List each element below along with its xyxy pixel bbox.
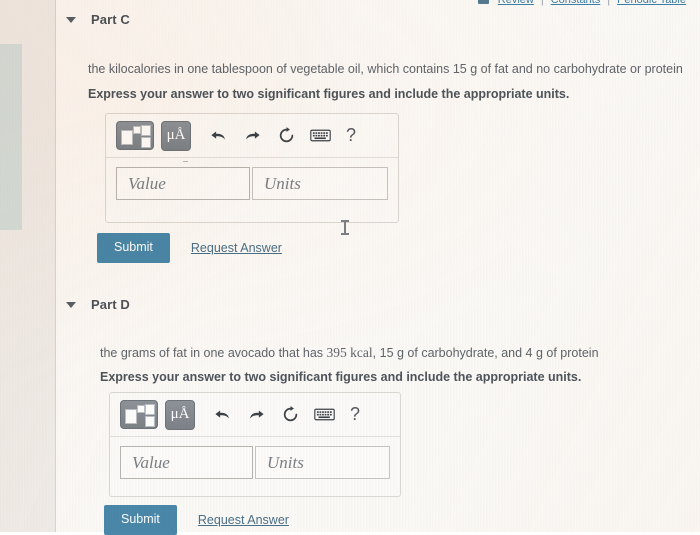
chevron-down-icon[interactable] xyxy=(66,16,76,23)
math-template-palette-icon[interactable] xyxy=(120,400,158,429)
palette-block xyxy=(125,409,137,424)
units-input-d[interactable]: Units xyxy=(255,446,390,479)
palette-block xyxy=(145,416,155,427)
palette-block xyxy=(133,126,141,134)
answer-input-row-c: Value Units xyxy=(106,158,398,211)
nav-link-constants[interactable]: Constants xyxy=(551,0,601,6)
help-icon[interactable]: ? xyxy=(345,402,365,428)
nav-link-review[interactable]: Review xyxy=(498,0,534,6)
math-template-palette-icon[interactable] xyxy=(116,121,154,150)
text-cursor xyxy=(341,220,349,235)
palette-block xyxy=(137,405,145,413)
question-prompt-d: the grams of fat in one avocado that has… xyxy=(100,344,599,362)
part-header-d[interactable]: Part D xyxy=(66,297,130,312)
units-icon[interactable]: μÅ xyxy=(165,399,195,430)
answer-box-c: μÅ ? Value Units xyxy=(105,113,399,223)
keyboard-icon[interactable] xyxy=(307,123,333,149)
prompt-text-c: the kilocalories in one tablespoon of ve… xyxy=(88,62,683,76)
part-title-c: Part C xyxy=(91,12,130,27)
answer-toolbar-c: μÅ ? xyxy=(106,114,398,158)
undo-icon[interactable] xyxy=(205,123,231,149)
palette-block xyxy=(145,404,155,415)
value-input-d[interactable]: Value xyxy=(120,446,254,479)
keyboard-icon[interactable] xyxy=(311,402,337,428)
palette-block xyxy=(141,125,151,136)
caret-artifact xyxy=(183,161,188,162)
question-instruction-c: Express your answer to two significant f… xyxy=(88,87,570,101)
prompt-text-d-before: the grams of fat in one avocado that has xyxy=(100,346,327,360)
review-icon xyxy=(477,0,489,4)
answer-box-d: μÅ ? Value Units xyxy=(109,392,401,497)
units-icon[interactable]: μÅ xyxy=(161,120,191,151)
nav-separator: | xyxy=(540,0,544,6)
reset-icon[interactable] xyxy=(273,123,299,149)
nav-separator: | xyxy=(607,0,611,6)
request-answer-link-c[interactable]: Request Answer xyxy=(191,241,282,255)
prompt-math-d: 395 kcal xyxy=(326,345,373,360)
answer-input-row-d: Value Units xyxy=(110,437,400,490)
value-input-c[interactable]: Value xyxy=(116,167,251,200)
question-instruction-d: Express your answer to two significant f… xyxy=(100,370,582,384)
answer-toolbar-d: μÅ ? xyxy=(110,393,400,437)
submit-button-d[interactable]: Submit xyxy=(104,505,177,535)
chevron-down-icon[interactable] xyxy=(66,301,76,308)
answer-actions-d: Submit Request Answer xyxy=(104,505,289,535)
content-column: Review | Constants | Periodic Table Part… xyxy=(56,0,700,535)
submit-button-c[interactable]: Submit xyxy=(97,233,170,263)
redo-icon[interactable] xyxy=(243,402,269,428)
question-prompt-c: the kilocalories in one tablespoon of ve… xyxy=(88,61,683,77)
nav-link-periodic-table[interactable]: Periodic Table xyxy=(617,0,686,6)
request-answer-link-d[interactable]: Request Answer xyxy=(198,513,289,527)
part-header-c[interactable]: Part C xyxy=(66,12,130,27)
redo-icon[interactable] xyxy=(239,123,265,149)
prompt-text-d-after: , 15 g of carbohydrate, and 4 g of prote… xyxy=(372,346,599,360)
undo-icon[interactable] xyxy=(209,402,235,428)
answer-actions-c: Submit Request Answer xyxy=(97,233,282,263)
page-root: Review | Constants | Periodic Table Part… xyxy=(0,0,700,535)
top-navigation: Review | Constants | Periodic Table xyxy=(477,0,686,6)
palette-block xyxy=(141,137,151,148)
gutter-highlight-block xyxy=(0,44,22,230)
help-icon[interactable]: ? xyxy=(341,123,361,149)
palette-block xyxy=(121,130,133,145)
units-input-c[interactable]: Units xyxy=(252,167,388,200)
reset-icon[interactable] xyxy=(277,402,303,428)
part-title-d: Part D xyxy=(91,297,130,312)
